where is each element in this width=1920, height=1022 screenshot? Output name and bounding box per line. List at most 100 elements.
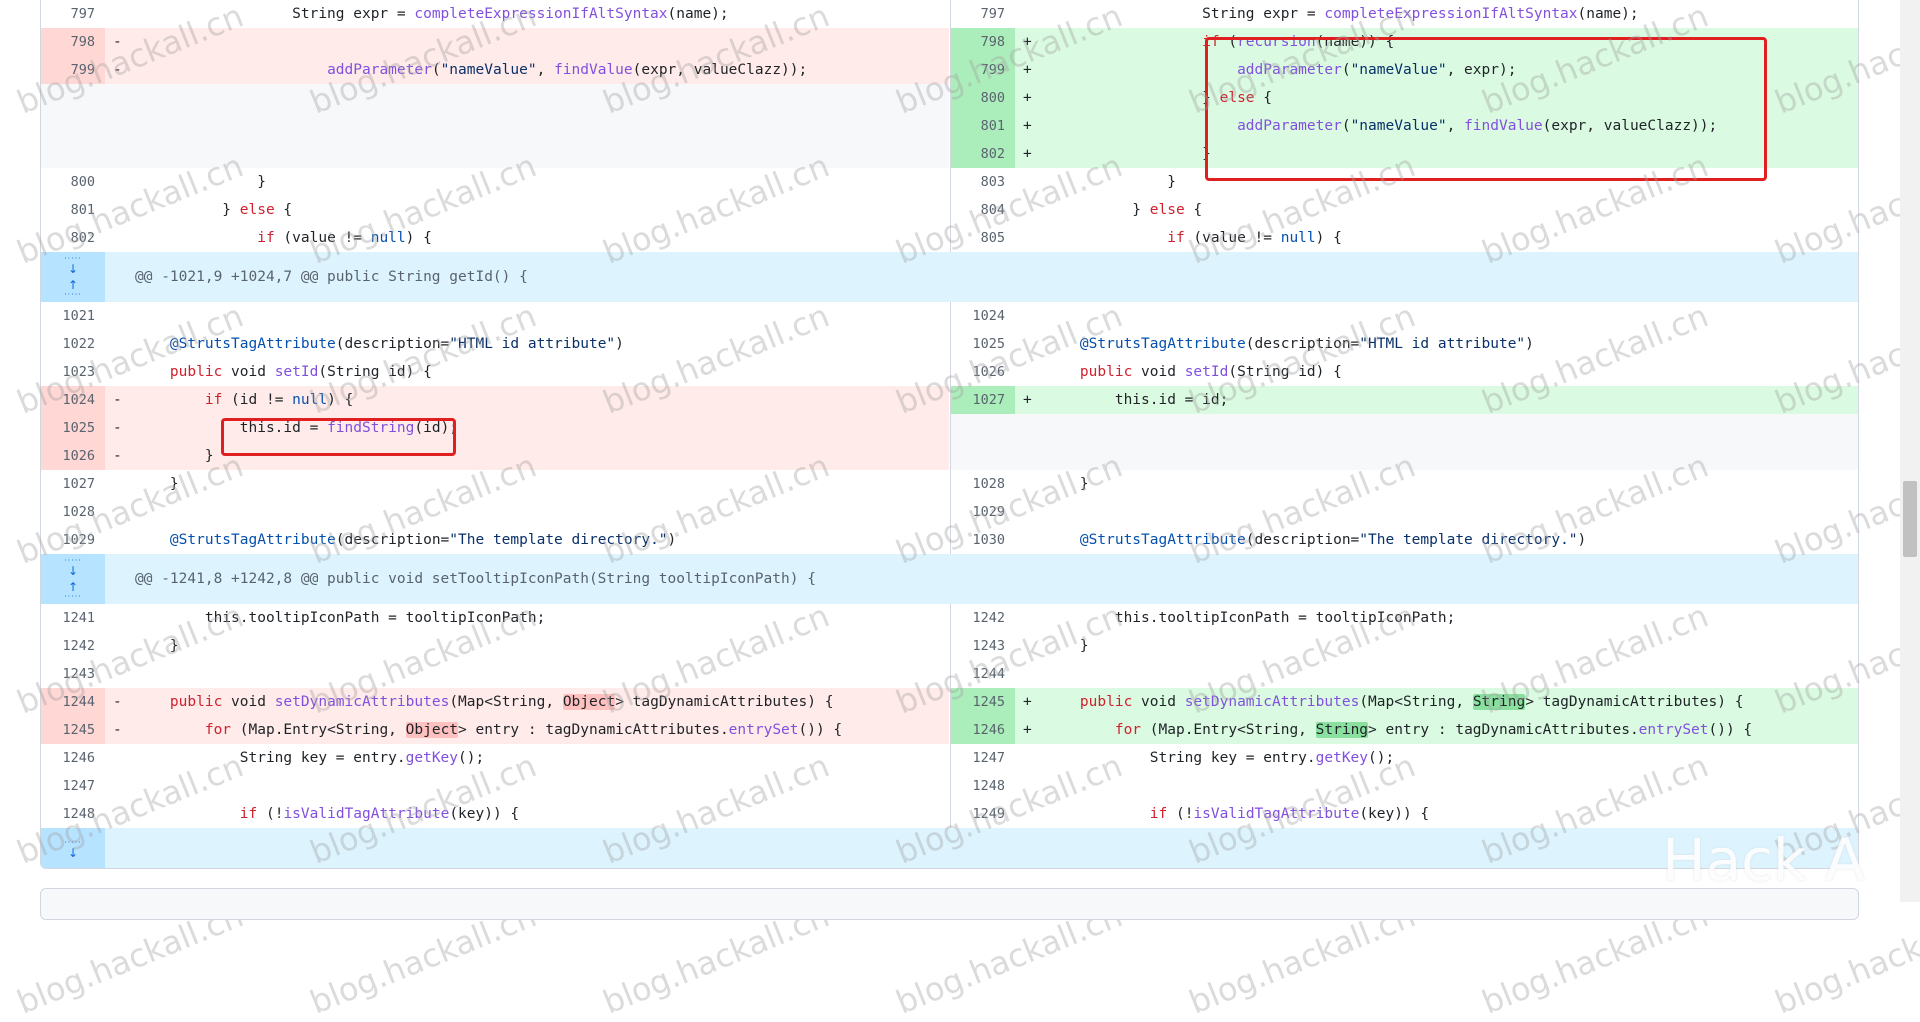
code-line: if (value != null) { (1167, 230, 1342, 246)
right-line: 1247 String key = entry.getKey(); (950, 744, 1858, 772)
right-line-number[interactable]: 1028 (951, 470, 1015, 498)
diff-sign: - (113, 694, 122, 710)
expand-down-icon[interactable]: ↑ ····· (64, 581, 82, 602)
diff-row: 1245- for (Map.Entry<String, Object> ent… (41, 716, 1858, 744)
right-line-number[interactable]: 803 (951, 168, 1015, 196)
right-line-number[interactable]: 1029 (951, 498, 1015, 526)
left-line-number[interactable]: 1248 (41, 800, 105, 828)
code-line: } (135, 174, 266, 190)
left-line: 1025- this.id = findString(id); (41, 414, 949, 442)
left-line-number[interactable]: 1026 (41, 442, 105, 470)
diff-row: 1243 1244 (41, 660, 1858, 688)
code-line: public void setId(String id) { (1079, 364, 1342, 380)
right-line-number[interactable]: 805 (951, 224, 1015, 252)
right-line: 805 if (value != null) { (950, 224, 1858, 252)
right-line-number[interactable]: 804 (951, 196, 1015, 224)
left-line-number[interactable]: 1247 (41, 772, 105, 800)
right-line: 1243 } (950, 632, 1858, 660)
right-line-number[interactable]: 1249 (951, 800, 1015, 828)
left-line-number[interactable]: 1027 (41, 470, 105, 498)
right-line: 1248 (950, 772, 1858, 800)
left-line-number[interactable]: 800 (41, 168, 105, 196)
right-line: 1025 @StrutsTagAttribute(description="HT… (950, 330, 1858, 358)
right-line-number[interactable]: 1245 (951, 688, 1015, 716)
left-line-number[interactable]: 1021 (41, 302, 105, 330)
scrollbar-thumb[interactable] (1903, 481, 1917, 557)
diff-sign: - (113, 392, 122, 408)
left-line-number[interactable]: 801 (41, 196, 105, 224)
right-line-number[interactable]: 1247 (951, 744, 1015, 772)
left-line-number[interactable]: 1029 (41, 526, 105, 554)
right-line-number[interactable]: 799 (951, 56, 1015, 84)
right-line-number[interactable]: 798 (951, 28, 1015, 56)
left-line: 1023 public void setId(String id) { (41, 358, 949, 386)
right-line-number[interactable]: 1242 (951, 604, 1015, 632)
left-line: 1243 (41, 660, 949, 688)
left-line-number[interactable] (41, 112, 105, 140)
right-line-number[interactable]: 1243 (951, 632, 1015, 660)
code-line: this.id = id; (1045, 392, 1229, 408)
right-line-number[interactable]: 1027 (951, 386, 1015, 414)
diff-sign: + (1023, 34, 1032, 50)
left-line-number[interactable] (41, 84, 105, 112)
expand-context-button[interactable]: ····· ↓ (41, 828, 105, 868)
code-line: } else { (1045, 202, 1203, 218)
right-line-number[interactable]: 1030 (951, 526, 1015, 554)
left-line-number[interactable]: 797 (41, 0, 105, 28)
left-line-number[interactable]: 799 (41, 56, 105, 84)
split-diff-view: 797 String expr = completeExpressionIfAl… (40, 0, 1859, 869)
expand-down-icon[interactable]: ↑ ····· (64, 279, 82, 300)
diff-row: 801 } else {804 } else { (41, 196, 1858, 224)
code-line: for (Map.Entry<String, Object> entry : t… (204, 722, 843, 738)
left-line-number[interactable]: 1028 (41, 498, 105, 526)
expand-up-icon[interactable]: ····· ↓ (64, 254, 82, 275)
left-line: 1027 } (41, 470, 949, 498)
expand-context-button[interactable]: ····· ↓ ↑ ····· (41, 252, 105, 302)
diff-sign: - (113, 448, 122, 464)
left-line-number[interactable]: 1245 (41, 716, 105, 744)
diff-row: 1244- public void setDynamicAttributes(M… (41, 688, 1858, 716)
left-line-number[interactable]: 1022 (41, 330, 105, 358)
left-line-number[interactable]: 1243 (41, 660, 105, 688)
right-line-number[interactable] (951, 414, 1015, 442)
left-line: 1029 @StrutsTagAttribute(description="Th… (41, 526, 949, 554)
left-line-number[interactable]: 1244 (41, 688, 105, 716)
right-line-number[interactable]: 802 (951, 140, 1015, 168)
vertical-scrollbar[interactable] (1900, 0, 1920, 902)
code-line: } (1045, 174, 1176, 190)
next-file-card (40, 888, 1859, 920)
code-line: this.tooltipIconPath = tooltipIconPath; (1045, 610, 1456, 626)
left-line: 797 String expr = completeExpressionIfAl… (41, 0, 949, 28)
right-line-number[interactable]: 1244 (951, 660, 1015, 688)
expand-context-button[interactable]: ····· ↓ ↑ ····· (41, 554, 105, 604)
expand-up-icon[interactable]: ····· ↓ (64, 556, 82, 577)
left-line-number[interactable]: 1025 (41, 414, 105, 442)
left-line-number[interactable]: 1241 (41, 604, 105, 632)
diff-sign: + (1023, 146, 1032, 162)
code-line: addParameter("nameValue", findValue(expr… (1237, 118, 1718, 134)
diff-row: 801 + addParameter("nameValue", findValue… (41, 112, 1858, 140)
code-line: } else { (1045, 90, 1272, 106)
left-line-number[interactable]: 798 (41, 28, 105, 56)
left-line: 1244- public void setDynamicAttributes(M… (41, 688, 949, 716)
right-line-number[interactable]: 1025 (951, 330, 1015, 358)
left-line-number[interactable] (41, 140, 105, 168)
expand-down-icon[interactable]: ····· ↓ (64, 838, 82, 859)
right-line-number[interactable]: 801 (951, 112, 1015, 140)
right-line (950, 414, 1858, 442)
right-line-number[interactable]: 1248 (951, 772, 1015, 800)
left-line-number[interactable]: 1246 (41, 744, 105, 772)
right-line-number[interactable]: 1026 (951, 358, 1015, 386)
left-line (41, 84, 949, 112)
right-line-number[interactable]: 1024 (951, 302, 1015, 330)
right-line-number[interactable] (951, 442, 1015, 470)
left-line-number[interactable]: 1024 (41, 386, 105, 414)
right-line-number[interactable]: 1246 (951, 716, 1015, 744)
right-line-number[interactable]: 797 (951, 0, 1015, 28)
left-line-number[interactable]: 1242 (41, 632, 105, 660)
left-line-number[interactable]: 802 (41, 224, 105, 252)
right-line-number[interactable]: 800 (951, 84, 1015, 112)
right-line: 801 + addParameter("nameValue", findValue… (950, 112, 1858, 140)
left-line-number[interactable]: 1023 (41, 358, 105, 386)
right-line: 803 } (950, 168, 1858, 196)
